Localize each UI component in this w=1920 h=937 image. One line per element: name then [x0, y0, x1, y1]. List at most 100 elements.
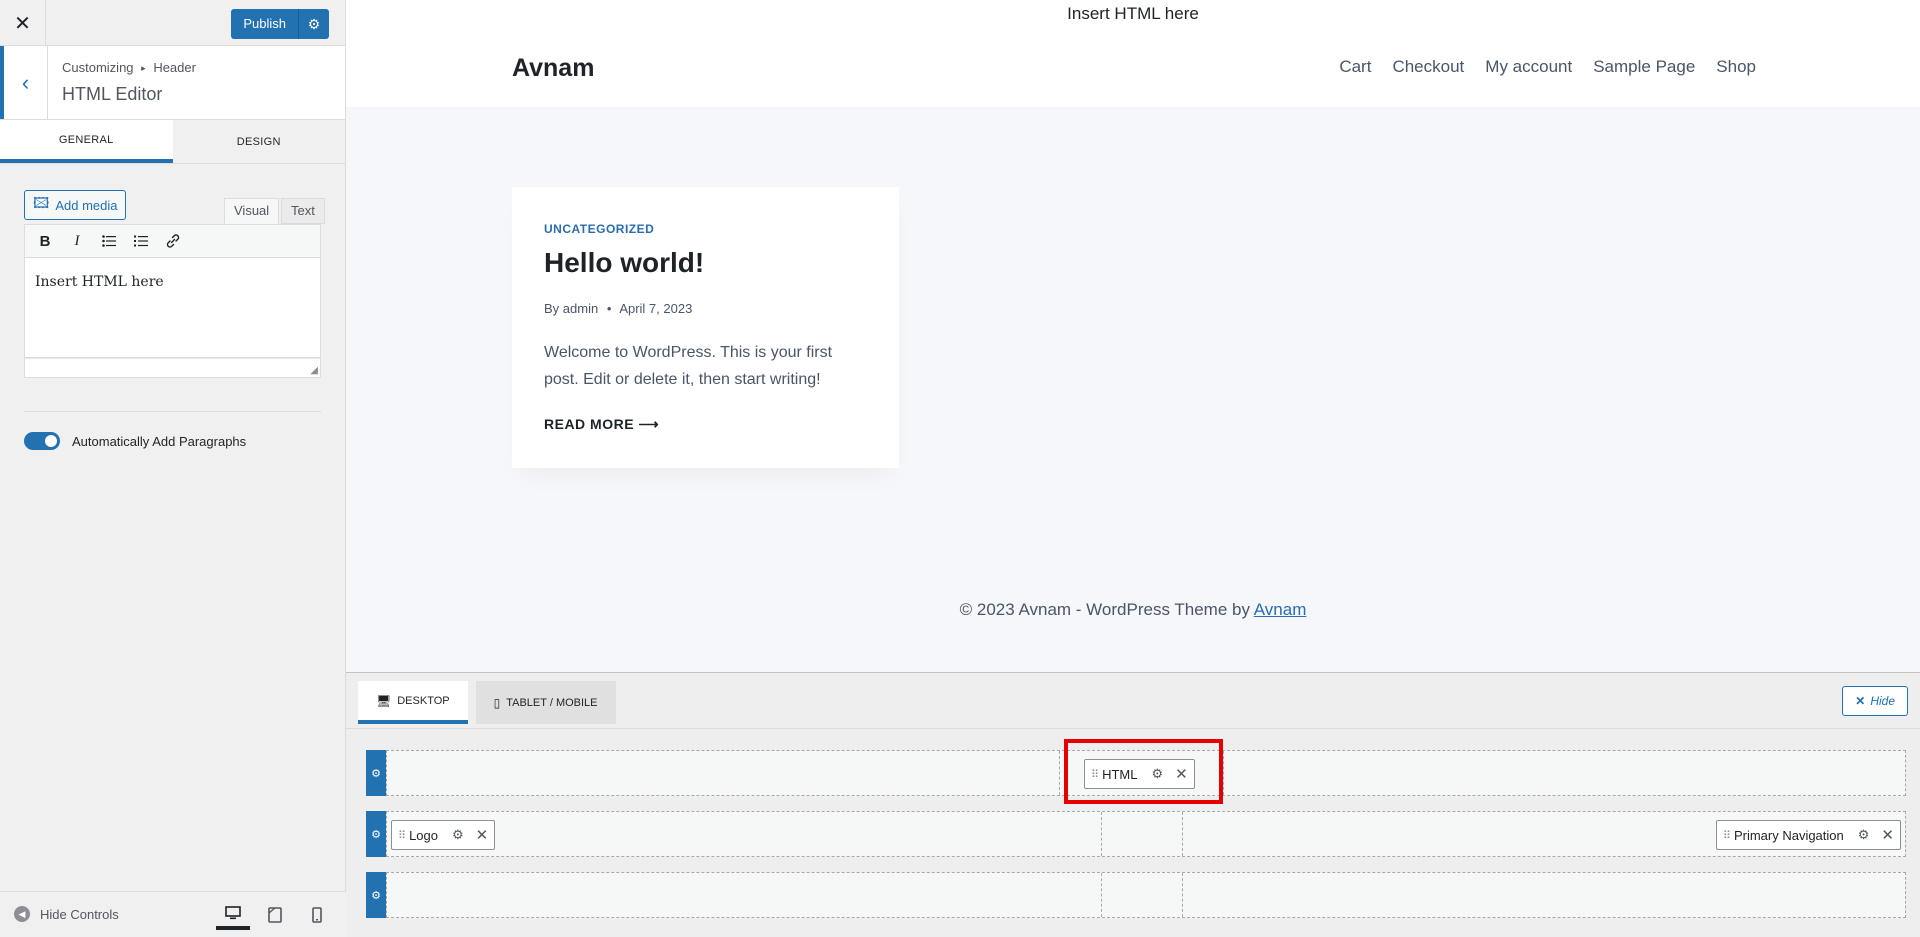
nav-item-checkout[interactable]: Checkout: [1392, 57, 1464, 77]
primary-navigation: Cart Checkout My account Sample Page Sho…: [1339, 57, 1756, 77]
nav-item-cart[interactable]: Cart: [1339, 57, 1371, 77]
post-title[interactable]: Hello world!: [544, 247, 704, 279]
toggle-knob: [45, 435, 57, 447]
hide-builder-button[interactable]: ✕ Hide: [1842, 686, 1908, 716]
remove-icon[interactable]: ✕: [1881, 826, 1894, 844]
device-preview-switcher: [216, 900, 334, 930]
read-more-link[interactable]: READ MORE ⟶: [544, 416, 659, 433]
publish-settings-button[interactable]: ⚙: [299, 9, 329, 39]
builder-tabs: 🖥 DESKTOP ▯ TABLET / MOBILE: [358, 681, 616, 724]
hide-label: Hide: [1870, 694, 1895, 708]
site-preview: Insert HTML here Avnam Cart Checkout My …: [346, 0, 1920, 672]
numbered-list-icon[interactable]: [127, 227, 155, 255]
gear-icon: ⚙: [371, 889, 381, 902]
post-card: UNCATEGORIZED Hello world! By admin • Ap…: [512, 187, 899, 468]
publish-group: Publish ⚙: [231, 9, 329, 39]
editor-top-row: 🖾 Add media Visual Text: [24, 190, 325, 224]
nav-item-sample-page[interactable]: Sample Page: [1593, 57, 1695, 77]
site-title[interactable]: Avnam: [512, 54, 594, 83]
logo-item-label: Logo: [409, 827, 438, 843]
footer-theme-link[interactable]: Avnam: [1254, 600, 1307, 619]
row-drop-zone[interactable]: ⠿ Logo ⚙ ✕ ⠿ Primary Navigation ⚙ ✕: [386, 811, 1906, 857]
back-button[interactable]: ‹: [0, 46, 48, 119]
bullet-list-icon[interactable]: [95, 227, 123, 255]
panel-footer: ◀ Hide Controls: [0, 891, 346, 937]
author-prefix: By: [544, 301, 560, 316]
hide-controls-button[interactable]: ◀ Hide Controls: [14, 906, 119, 922]
bold-icon[interactable]: B: [31, 227, 59, 255]
mobile-icon: ▯: [493, 695, 501, 710]
header-builder: 🖥 DESKTOP ▯ TABLET / MOBILE ✕ Hide ⚙ ⠿ H…: [346, 672, 1920, 937]
auto-paragraphs-toggle[interactable]: [24, 432, 60, 450]
gear-icon[interactable]: ⚙: [452, 827, 464, 843]
editor-status-bar: ◢: [24, 358, 321, 378]
editor-toolbar: B I: [24, 224, 321, 258]
tab-general[interactable]: GENERAL: [0, 120, 173, 163]
customizer-panel: ✕ Publish ⚙ ‹ Customizing ▸ Header HTML …: [0, 0, 346, 937]
tab-visual[interactable]: Visual: [224, 198, 280, 224]
read-more-label: READ MORE: [544, 416, 635, 432]
tablet-icon: [268, 907, 282, 923]
tablet-preview-button[interactable]: [258, 900, 292, 930]
column-divider: [1101, 812, 1102, 856]
tab-text[interactable]: Text: [281, 198, 325, 224]
tab-tablet-mobile[interactable]: ▯ TABLET / MOBILE: [475, 681, 616, 724]
row-settings-button[interactable]: ⚙: [366, 811, 386, 857]
breadcrumb-root: Customizing: [62, 60, 134, 75]
breadcrumb: Customizing ▸ Header: [62, 60, 196, 75]
desktop-preview-button[interactable]: [216, 900, 250, 930]
chevron-left-icon: ‹: [21, 69, 30, 95]
drag-handle-icon[interactable]: ⠿: [398, 829, 406, 842]
row-settings-button[interactable]: ⚙: [366, 750, 386, 796]
header-row-main: ⚙ ⠿ Logo ⚙ ✕ ⠿ Primary Navigation ⚙ ✕: [366, 811, 1906, 857]
post-author[interactable]: admin: [563, 301, 598, 316]
breadcrumb-leaf: Header: [153, 60, 196, 75]
section-header: ‹ Customizing ▸ Header HTML Editor: [0, 46, 345, 120]
html-editor: 🖾 Add media Visual Text B I Insert HTML …: [24, 190, 325, 378]
resize-handle-icon[interactable]: ◢: [310, 365, 318, 376]
gear-icon: ⚙: [371, 828, 381, 841]
panel-top-bar: ✕ Publish ⚙: [0, 0, 345, 46]
primary-navigation-item[interactable]: ⠿ Primary Navigation ⚙ ✕: [1715, 820, 1901, 850]
add-media-label: Add media: [55, 197, 118, 213]
divider: [24, 411, 321, 412]
column-divider: [1059, 751, 1060, 795]
media-icon: 🖾: [33, 194, 50, 212]
footer-copyright: © 2023 Avnam - WordPress Theme by: [959, 600, 1250, 619]
post-category[interactable]: UNCATEGORIZED: [544, 222, 654, 236]
publish-button[interactable]: Publish: [231, 9, 299, 39]
link-icon[interactable]: [159, 227, 187, 255]
meta-separator: •: [606, 301, 612, 316]
row-drop-zone[interactable]: [386, 872, 1906, 918]
tab-desktop-label: DESKTOP: [397, 694, 450, 707]
tab-desktop[interactable]: 🖥 DESKTOP: [358, 681, 468, 724]
nav-item-my-account[interactable]: My account: [1485, 57, 1572, 77]
column-divider: [1223, 751, 1224, 795]
close-customizer-button[interactable]: ✕: [0, 0, 46, 46]
auto-paragraphs-label: Automatically Add Paragraphs: [72, 433, 247, 449]
header-html-content: Insert HTML here: [1067, 4, 1199, 23]
logo-item[interactable]: ⠿ Logo ⚙ ✕: [391, 820, 496, 850]
site-header: Insert HTML here Avnam Cart Checkout My …: [346, 0, 1920, 107]
desktop-icon: [225, 906, 241, 920]
header-row-bottom: ⚙: [366, 872, 1906, 918]
gear-icon[interactable]: ⚙: [1858, 827, 1870, 843]
drag-handle-icon[interactable]: ⠿: [1723, 829, 1731, 842]
nav-item-shop[interactable]: Shop: [1716, 57, 1756, 77]
post-excerpt: Welcome to WordPress. This is your first…: [544, 344, 833, 388]
column-divider: [1182, 873, 1183, 917]
remove-icon[interactable]: ✕: [476, 826, 489, 844]
column-divider: [1182, 812, 1183, 856]
column-divider: [1101, 873, 1102, 917]
italic-icon[interactable]: I: [63, 227, 91, 255]
close-icon: ✕: [14, 12, 31, 35]
add-media-button[interactable]: 🖾 Add media: [24, 190, 127, 220]
post-date[interactable]: April 7, 2023: [619, 301, 692, 316]
tab-design[interactable]: DESIGN: [173, 120, 346, 163]
arrow-right-icon: ⟶: [638, 416, 660, 432]
builder-divider: [346, 728, 1920, 729]
mobile-preview-button[interactable]: [300, 900, 334, 930]
editor-content-area[interactable]: Insert HTML here: [24, 258, 321, 358]
post-meta: By admin • April 7, 2023: [544, 301, 692, 316]
row-settings-button[interactable]: ⚙: [366, 872, 386, 918]
